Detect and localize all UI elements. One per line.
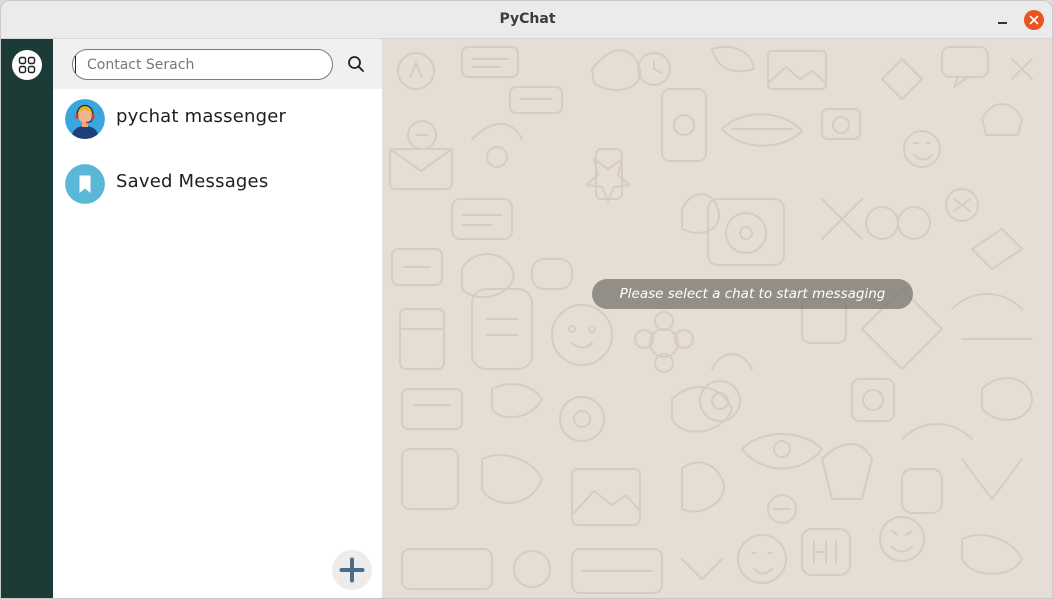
search-button[interactable] bbox=[344, 52, 368, 76]
title-bar[interactable]: PyChat bbox=[1, 1, 1052, 39]
contact-search-input[interactable] bbox=[72, 49, 333, 80]
side-rail bbox=[1, 39, 53, 598]
search-bar bbox=[53, 39, 382, 89]
contact-name: Saved Messages bbox=[116, 171, 269, 192]
contact-item-pychat-massenger[interactable]: pychat massenger bbox=[53, 89, 382, 149]
grid-menu-icon bbox=[18, 56, 36, 74]
window-title: PyChat bbox=[499, 11, 556, 27]
minimize-icon bbox=[997, 22, 1007, 24]
chat-area: Please select a chat to start messaging bbox=[382, 39, 1052, 598]
text-cursor bbox=[75, 56, 76, 73]
menu-button[interactable] bbox=[12, 50, 42, 80]
bookmark-icon bbox=[65, 164, 105, 204]
chat-background-pattern bbox=[389, 46, 1033, 594]
app-window: PyChat Contact Serach pychat massenger S… bbox=[0, 0, 1053, 599]
contact-name: pychat massenger bbox=[116, 106, 287, 127]
minimize-button[interactable] bbox=[991, 9, 1013, 31]
support-agent-avatar bbox=[65, 99, 105, 139]
close-icon bbox=[1029, 15, 1039, 25]
empty-chat-hint: Please select a chat to start messaging bbox=[592, 279, 913, 309]
contact-item-saved-messages[interactable]: Saved Messages bbox=[53, 154, 382, 214]
close-button[interactable] bbox=[1024, 10, 1044, 30]
plus-icon bbox=[339, 557, 365, 583]
add-contact-button[interactable] bbox=[332, 550, 372, 590]
contacts-sidebar: pychat massenger Saved Messages bbox=[53, 39, 382, 598]
search-icon bbox=[348, 56, 364, 72]
